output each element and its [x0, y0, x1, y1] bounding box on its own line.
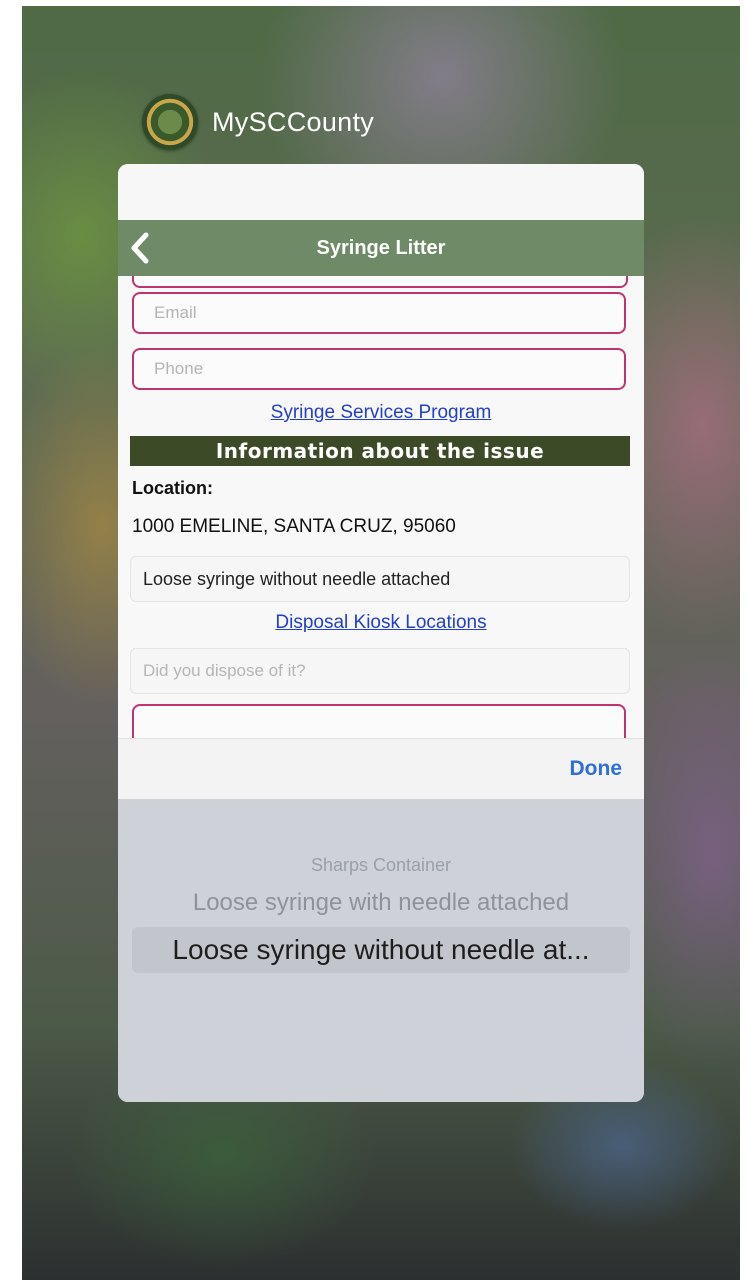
name-field[interactable]: [132, 276, 628, 288]
status-area: [118, 164, 644, 220]
picker-wheel[interactable]: Sharps Container Loose syringe with need…: [118, 799, 644, 1102]
syringe-services-link[interactable]: Syringe Services Program: [118, 402, 644, 424]
app-preview-card[interactable]: Syringe Litter Syringe Services Program …: [118, 164, 644, 1102]
picker-option[interactable]: Sharps Container: [118, 855, 644, 876]
report-form: Syringe Services Program Information abo…: [118, 276, 644, 738]
app-name: MySCCounty: [212, 106, 375, 137]
email-field[interactable]: [132, 292, 626, 334]
page-title: Syringe Litter: [316, 236, 446, 259]
disposal-kiosk-link[interactable]: Disposal Kiosk Locations: [118, 612, 644, 634]
done-button[interactable]: Done: [570, 757, 623, 781]
phone-field[interactable]: [132, 348, 626, 390]
app-switcher-header[interactable]: MySCCounty: [142, 92, 374, 152]
picker-option-selected[interactable]: Loose syringe without needle at...: [118, 934, 644, 966]
location-label: Location:: [132, 478, 213, 498]
syringe-type-select[interactable]: Loose syringe without needle attached: [130, 556, 630, 602]
dispose-select[interactable]: Did you dispose of it?: [130, 648, 630, 694]
app-switcher-screen: MySCCounty Syringe Litter Syringe Servic…: [0, 0, 748, 1280]
location-value: 1000 EMELINE, SANTA CRUZ, 95060: [132, 516, 456, 537]
section-header: Information about the issue: [130, 436, 630, 466]
comments-field[interactable]: [132, 704, 626, 738]
picker-option[interactable]: Loose syringe with needle attached: [118, 889, 644, 917]
county-seal-icon: [142, 94, 198, 150]
chevron-left-icon[interactable]: [128, 232, 152, 264]
navigation-bar: Syringe Litter: [118, 220, 644, 276]
picker-toolbar: Done: [118, 738, 644, 799]
